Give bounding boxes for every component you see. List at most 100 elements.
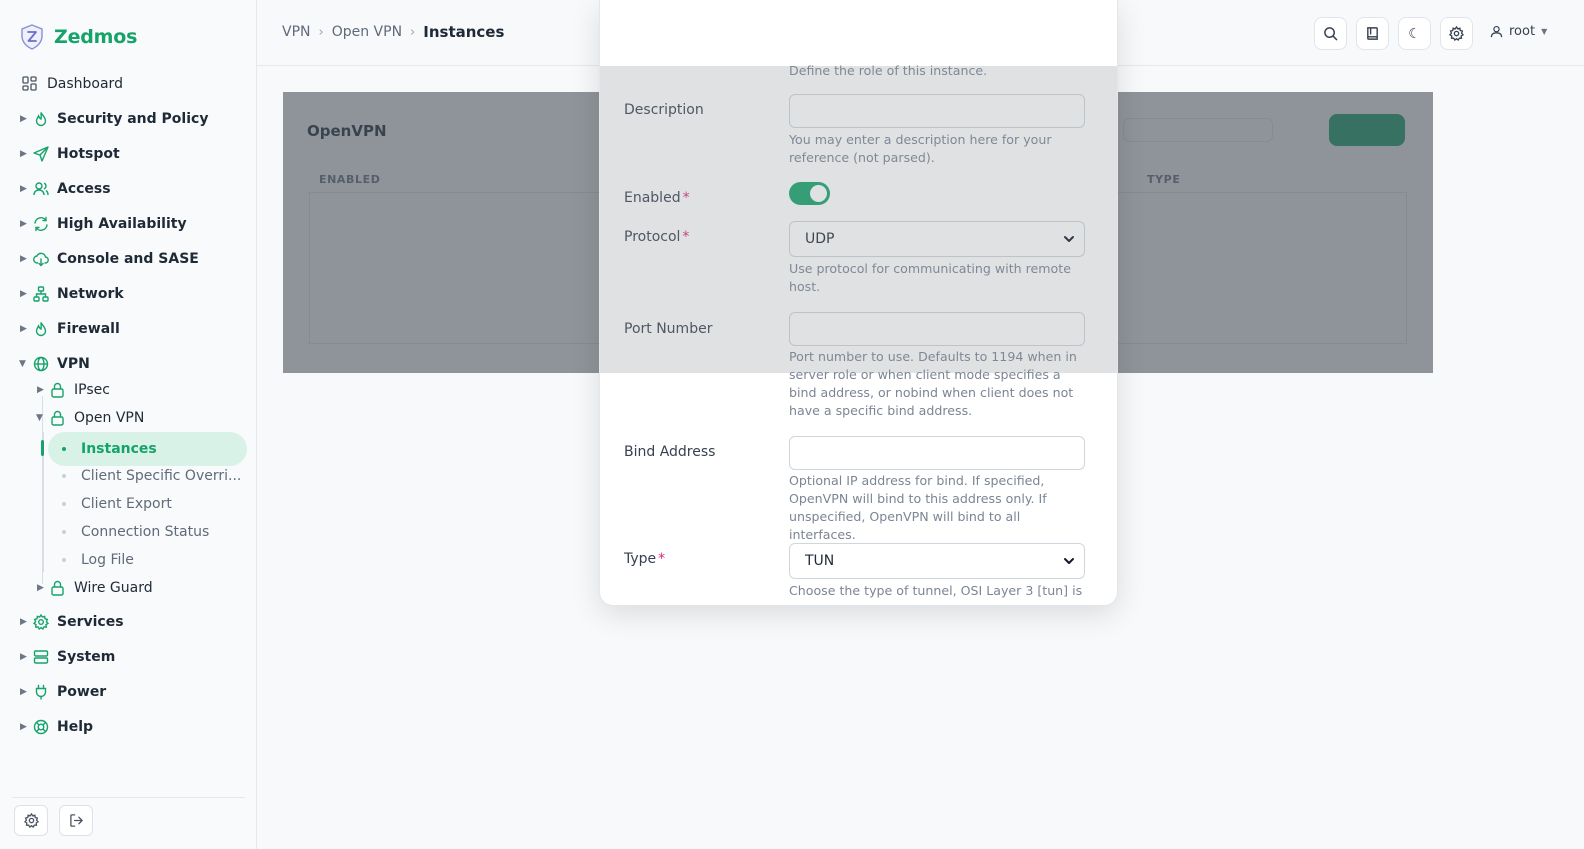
port-help: Port number to use. Defaults to 1194 whe… [789,349,1077,418]
enabled-toggle[interactable] [789,182,830,205]
header-settings-button[interactable] [1440,17,1473,50]
sidebar-item-services[interactable]: ▶ Services [0,605,257,639]
search-button[interactable] [1314,17,1347,50]
sidebar-item-wire-guard[interactable]: ▶ Wire Guard [0,573,257,603]
bullet-dot [62,530,66,534]
protocol-label: Protocol * [624,229,690,245]
protocol-value: UDP [805,231,835,247]
description-label: Description [624,102,704,118]
logout-icon [69,813,84,828]
sidebar-footer [12,797,245,798]
sidebar-item-ipsec[interactable]: ▶ IPsec [0,375,257,405]
chevron-down-icon [1062,232,1076,246]
caret-right-icon: ▶ [20,149,27,159]
sidebar-item-hotspot[interactable]: ▶ Hotspot [0,137,257,171]
column-enabled: ENABLED [319,173,381,186]
flame-icon [33,111,50,128]
description-help: You may enter a description here for you… [789,132,1052,165]
cloud-icon [33,251,50,268]
bind-address-label: Bind Address [624,444,716,460]
type-help: Choose the type of tunnel, OSI Layer 3 [… [789,583,1083,598]
plug-icon [33,684,50,701]
network-icon [33,285,50,303]
port-label: Port Number [624,321,713,337]
moon-icon: ☾ [1408,25,1421,42]
type-value: TUN [805,553,835,569]
bullet-dot [62,502,66,506]
lock-icon [50,580,67,597]
caret-down-icon: ▼ [36,413,43,423]
theme-toggle-button[interactable]: ☾ [1398,17,1431,50]
book-icon [1365,26,1380,41]
caret-right-icon: ▶ [20,254,27,264]
sidebar-item-network[interactable]: ▶ Network [0,277,257,311]
chevron-down-icon [1062,554,1076,568]
sidebar: Zedmos Dashboard ▶ Security and Policy ▶… [0,0,257,849]
instance-edit-modal: Define the role of this instance. Descri… [599,0,1118,606]
flame-icon [33,321,50,338]
brand[interactable]: Zedmos [20,24,137,50]
user-name: root [1509,24,1536,39]
sidebar-item-access[interactable]: ▶ Access [0,172,257,206]
caret-right-icon: ▶ [20,722,27,732]
caret-right-icon: ▶ [20,184,27,194]
protocol-help: Use protocol for communicating with remo… [789,261,1071,294]
caret-right-icon: ▶ [20,617,27,627]
sidebar-item-system[interactable]: ▶ System [0,640,257,674]
caret-right-icon: ▶ [37,583,44,593]
column-type: TYPE [1147,173,1181,186]
caret-right-icon: ▶ [20,652,27,662]
sidebar-item-open-vpn[interactable]: ▼ Open VPN [0,403,257,433]
protocol-select[interactable]: UDP [789,221,1085,257]
settings-button[interactable] [14,805,48,836]
refresh-icon [33,216,50,233]
caret-right-icon: ▶ [20,289,27,299]
caret-right-icon: ▶ [20,114,27,124]
lock-icon [50,382,67,399]
caret-right-icon: ▶ [20,687,27,697]
breadcrumb-instances: Instances [423,23,505,41]
chevron-right-icon: › [410,24,416,40]
sidebar-item-high-availability[interactable]: ▶ High Availability [0,207,257,241]
user-icon [1490,25,1503,38]
sidebar-item-help[interactable]: ▶ Help [0,710,257,744]
lifebuoy-icon [33,719,50,736]
card-search[interactable] [1123,118,1273,142]
sidebar-item-firewall[interactable]: ▶ Firewall [0,312,257,346]
breadcrumb-vpn[interactable]: VPN [282,24,311,40]
logout-button[interactable] [59,805,93,836]
send-icon [33,145,50,163]
user-menu[interactable]: root ▼ [1490,24,1547,39]
type-label: Type * [624,551,666,567]
gear-icon [1449,26,1464,41]
toggle-knob [810,185,827,202]
shield-logo-icon [20,24,44,50]
caret-down-icon: ▼ [19,359,26,369]
description-input[interactable] [789,94,1085,128]
bullet-dot [62,558,66,562]
dashboard-icon [22,75,39,93]
breadcrumb-open-vpn[interactable]: Open VPN [332,24,402,40]
docs-button[interactable] [1356,17,1389,50]
sidebar-item-security-and-policy[interactable]: ▶ Security and Policy [0,102,257,136]
bind-address-input[interactable] [789,436,1085,470]
server-icon [33,649,50,666]
card-title: OpenVPN [307,122,387,140]
bind-address-help: Optional IP address for bind. If specifi… [789,473,1047,542]
sidebar-item-console-and-sase[interactable]: ▶ Console and SASE [0,242,257,276]
type-select[interactable]: TUN [789,543,1085,579]
caret-right-icon: ▶ [20,219,27,229]
gear-icon [23,813,39,828]
role-help: Define the role of this instance. [789,63,988,78]
port-input[interactable] [789,312,1085,346]
globe-icon [33,356,50,373]
lock-icon [50,410,67,427]
sidebar-item-log-file[interactable]: Log File [0,543,257,577]
search-icon [1323,26,1338,41]
app-name: Zedmos [54,26,138,48]
sidebar-item-power[interactable]: ▶ Power [0,675,257,709]
bullet-dot [62,474,66,478]
sidebar-item-dashboard[interactable]: Dashboard [0,67,257,101]
add-button[interactable] [1329,114,1405,146]
caret-right-icon: ▶ [20,324,27,334]
